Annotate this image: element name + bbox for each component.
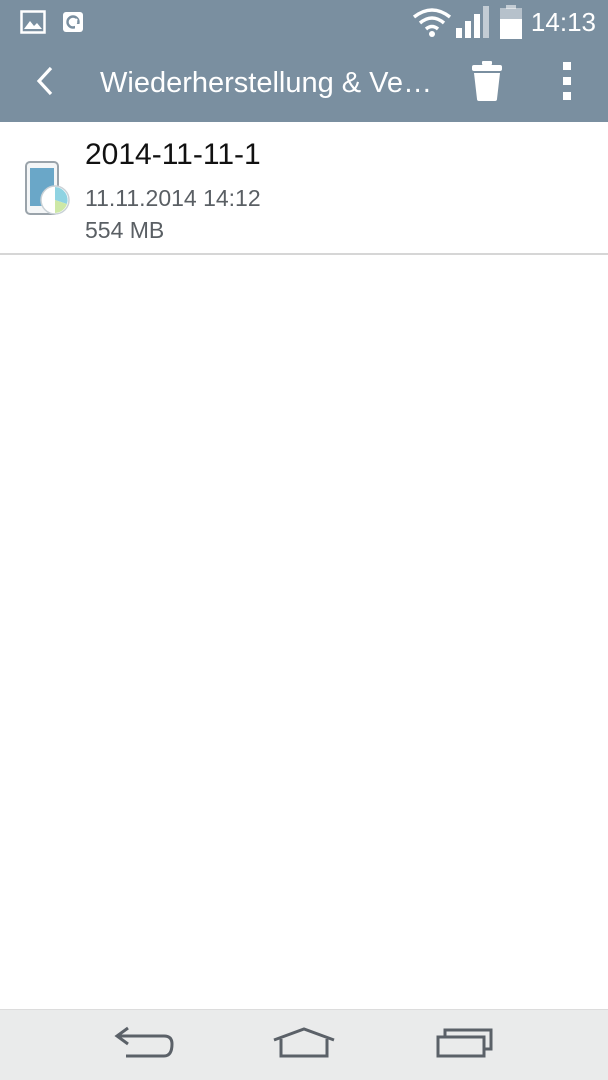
clock: 14:13 (530, 7, 596, 37)
nav-recents-button[interactable] (420, 1010, 510, 1080)
nav-home-button[interactable] (259, 1010, 349, 1080)
sync-icon (61, 0, 85, 44)
phone-backup-icon (24, 160, 74, 218)
navigation-bar (0, 1009, 608, 1080)
signal-icon (456, 0, 492, 44)
overflow-menu-icon (562, 61, 572, 105)
nav-recents-icon (435, 1027, 495, 1064)
nav-back-button[interactable] (100, 1010, 190, 1080)
wifi-icon (412, 0, 452, 44)
backup-size: 554 MB (85, 217, 165, 243)
app-bar: Wiederherstellung & Verwaltung (0, 44, 608, 122)
trash-icon (471, 60, 503, 106)
list-item[interactable]: 2014-11-11-1 11.11.2014 14:12 554 MB (0, 122, 608, 255)
back-arrow-icon (34, 66, 56, 101)
backup-name: 2014-11-11-1 (85, 138, 261, 171)
backup-list: 2014-11-11-1 11.11.2014 14:12 554 MB (0, 122, 608, 255)
nav-home-icon (271, 1027, 337, 1064)
page-title: Wiederherstellung & Verwaltung (100, 67, 440, 99)
back-button[interactable] (20, 58, 70, 108)
nav-back-icon (114, 1026, 176, 1065)
delete-button[interactable] (462, 56, 512, 110)
status-bar: 14:13 (0, 0, 608, 44)
battery-icon (500, 0, 522, 44)
overflow-menu-button[interactable] (544, 56, 590, 110)
gallery-icon (20, 0, 46, 44)
backup-date: 11.11.2014 14:12 (85, 185, 261, 211)
